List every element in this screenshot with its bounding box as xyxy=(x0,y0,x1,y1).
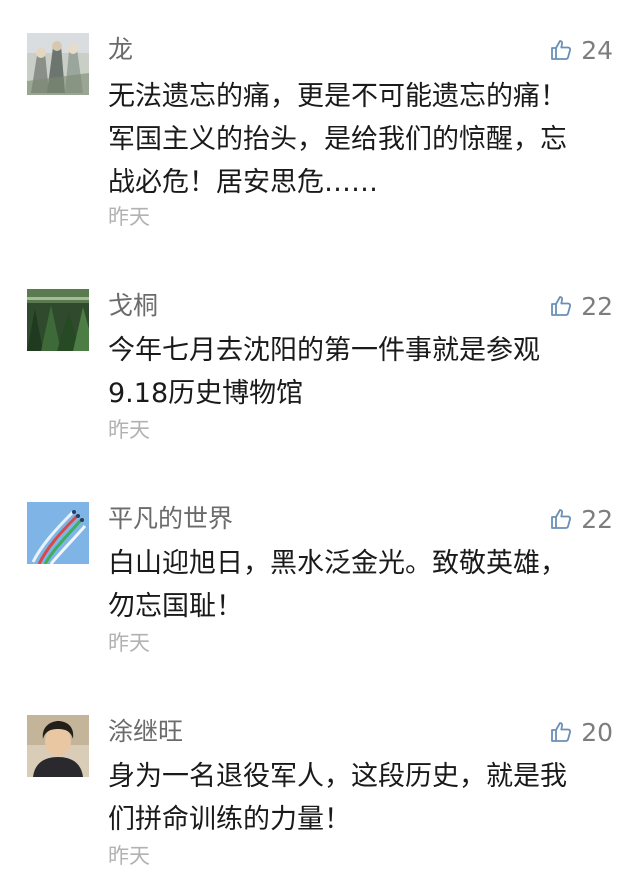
thumbs-up-icon xyxy=(551,296,572,316)
comment-text: 无法遗忘的痛，更是不可能遗忘的痛！ 军国主义的抬头，是给我们的惊醒，忘 战必危！… xyxy=(108,75,608,204)
thumbs-up-icon xyxy=(551,40,572,60)
comment-text-line: 白山迎旭日，黑水泛金光。致敬英雄， xyxy=(108,548,567,579)
comment-author[interactable]: 平凡的世界 xyxy=(108,503,233,535)
like-button[interactable]: 22 xyxy=(549,503,613,535)
comment-text: 身为一名退役军人，这段历史，就是我 们拼命训练的力量！ xyxy=(108,755,608,841)
comment-text-line: 身为一名退役军人，这段历史，就是我 xyxy=(108,761,567,792)
avatar[interactable] xyxy=(27,502,89,564)
comment-text-line: 军国主义的抬头，是给我们的惊醒，忘 xyxy=(108,124,567,155)
comment-text-line: 无法遗忘的痛，更是不可能遗忘的痛！ xyxy=(108,81,567,112)
comment-time: 昨天 xyxy=(108,631,150,655)
comment-text-line: 9.18历史博物馆 xyxy=(108,378,304,409)
like-count: 24 xyxy=(581,35,613,65)
thumbs-up-icon xyxy=(551,509,572,529)
comment-text: 白山迎旭日，黑水泛金光。致敬英雄， 勿忘国耻！ xyxy=(108,542,608,628)
avatar[interactable] xyxy=(27,289,89,351)
comment-time: 昨天 xyxy=(108,418,150,442)
like-button[interactable]: 24 xyxy=(549,34,613,66)
comment-author[interactable]: 龙 xyxy=(108,34,133,66)
green-forest-avatar xyxy=(27,289,89,351)
like-count: 20 xyxy=(581,717,613,747)
comment-text-line: 战必危！居安思危…… xyxy=(108,167,378,198)
thumbs-up-icon xyxy=(551,722,572,742)
like-button[interactable]: 20 xyxy=(549,716,613,748)
like-count: 22 xyxy=(581,291,613,321)
comment-text: 今年七月去沈阳的第一件事就是参观 9.18历史博物馆 xyxy=(108,329,608,415)
aerobatic-jets-avatar xyxy=(27,502,89,564)
comment-text-line: 们拼命训练的力量！ xyxy=(108,804,351,835)
anime-characters-avatar xyxy=(27,33,89,95)
person-portrait-avatar xyxy=(27,715,89,777)
comment-time: 昨天 xyxy=(108,205,150,229)
like-count: 22 xyxy=(581,504,613,534)
comment-text-line: 今年七月去沈阳的第一件事就是参观 xyxy=(108,335,540,366)
comment-author[interactable]: 涂继旺 xyxy=(108,716,183,748)
comment-text-line: 勿忘国耻！ xyxy=(108,591,243,622)
comment-time: 昨天 xyxy=(108,844,150,868)
comment-author[interactable]: 戈桐 xyxy=(108,290,158,322)
like-button[interactable]: 22 xyxy=(549,290,613,322)
avatar[interactable] xyxy=(27,33,89,95)
avatar[interactable] xyxy=(27,715,89,777)
